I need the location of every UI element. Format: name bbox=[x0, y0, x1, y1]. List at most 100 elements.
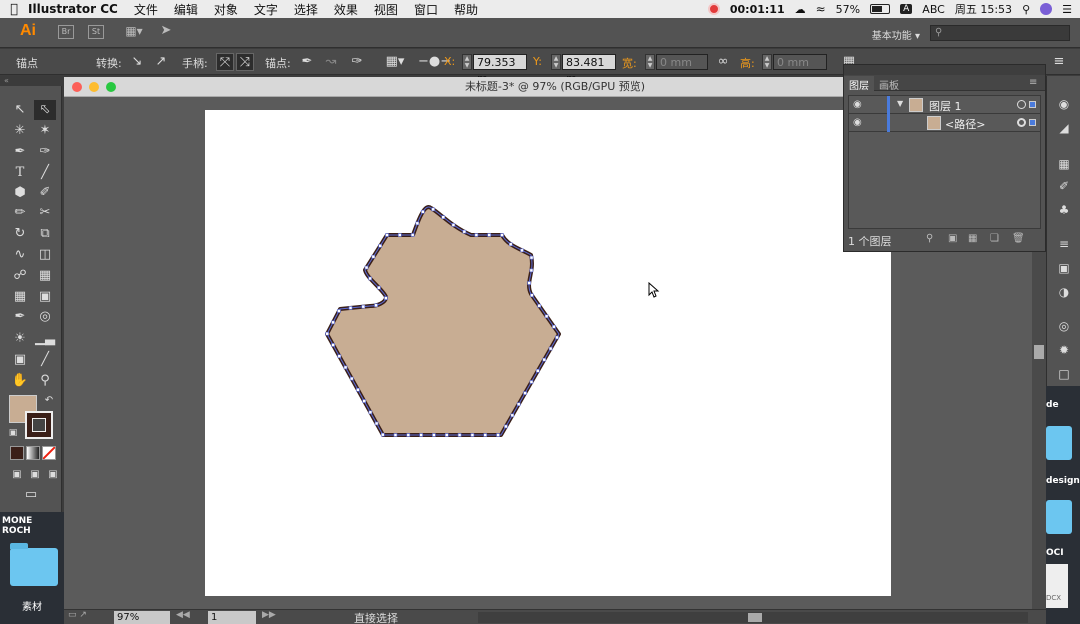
default-fill-stroke-icon[interactable]: ▣ bbox=[2, 423, 24, 443]
selection-indicator[interactable] bbox=[1029, 101, 1036, 108]
workspace-switcher[interactable]: 基本功能 ▾ bbox=[872, 27, 920, 42]
anchor-point[interactable] bbox=[364, 265, 369, 270]
direct-selection-tool-icon[interactable]: ⬁ bbox=[34, 100, 56, 120]
anchor-point[interactable] bbox=[368, 276, 372, 281]
anchor-point[interactable] bbox=[361, 304, 366, 309]
curvature-tool-icon[interactable]: ✑ bbox=[34, 142, 56, 162]
y-stepper[interactable]: ▲ ▼ bbox=[551, 54, 561, 70]
none-mode-icon[interactable] bbox=[42, 446, 56, 460]
anchor-point[interactable] bbox=[381, 432, 385, 437]
anchor-point[interactable] bbox=[529, 380, 534, 384]
convert-to-corner-icon[interactable]: ↘ bbox=[128, 53, 146, 71]
free-transform-tool-icon[interactable]: ◫ bbox=[34, 245, 56, 265]
anchor-point[interactable] bbox=[371, 254, 376, 259]
target-circle-icon[interactable] bbox=[1017, 118, 1026, 127]
target-circle-icon[interactable] bbox=[1017, 100, 1026, 109]
cloud-icon[interactable]: ☁ bbox=[795, 3, 806, 16]
current-tool-status[interactable]: 直接选择 bbox=[354, 610, 398, 624]
color-guide-icon[interactable]: ◢ bbox=[1056, 120, 1072, 136]
anchor-point[interactable] bbox=[444, 433, 449, 437]
expand-triangle-icon[interactable]: ▼ bbox=[897, 99, 903, 108]
menu-select[interactable]: 选择 bbox=[294, 1, 318, 18]
document-file-icon[interactable]: DCX bbox=[1046, 564, 1068, 608]
layers-panel-menu-icon[interactable]: ≡ bbox=[1024, 76, 1042, 89]
anchor-point[interactable] bbox=[523, 391, 527, 395]
visibility-eye-icon[interactable]: ◉ bbox=[853, 99, 862, 110]
slice-tool-icon[interactable]: ╱ bbox=[34, 350, 56, 370]
anchor-point[interactable] bbox=[406, 433, 411, 437]
anchor-point[interactable] bbox=[470, 433, 475, 437]
create-sublayer-icon[interactable]: ▦ bbox=[968, 233, 977, 244]
height-field[interactable]: 0 mm bbox=[773, 54, 827, 70]
color-panel-icon[interactable]: ◉ bbox=[1056, 96, 1072, 112]
anchor-point[interactable] bbox=[529, 268, 534, 273]
anchor-point[interactable] bbox=[343, 365, 348, 370]
layers-panel-header[interactable] bbox=[844, 65, 1045, 75]
polygon-tool-icon[interactable]: ⬢ bbox=[9, 183, 31, 203]
menu-object[interactable]: 对象 bbox=[214, 1, 238, 18]
anchor-point[interactable] bbox=[368, 410, 373, 415]
anchor-point[interactable] bbox=[384, 296, 388, 300]
menu-edit[interactable]: 编辑 bbox=[174, 1, 198, 18]
panel-menu-icon[interactable]: ≡ bbox=[1050, 53, 1068, 71]
anchor-point[interactable] bbox=[415, 221, 420, 226]
anchor-point[interactable] bbox=[325, 331, 329, 336]
draw-inside-icon[interactable]: ▣ bbox=[42, 465, 64, 485]
anchor-point[interactable] bbox=[483, 433, 488, 437]
appearance-panel-icon[interactable]: ◎ bbox=[1056, 318, 1072, 334]
artboard-nav-next[interactable]: ▶▶ bbox=[262, 610, 276, 620]
anchor-point[interactable] bbox=[337, 354, 342, 358]
folder-icon[interactable] bbox=[1046, 500, 1072, 534]
anchor-point[interactable] bbox=[349, 376, 354, 381]
anchor-point[interactable] bbox=[348, 306, 353, 310]
gradient-tool-icon[interactable]: ▣ bbox=[34, 287, 56, 307]
path-name[interactable]: <路径> bbox=[945, 116, 985, 132]
anchor-point[interactable] bbox=[374, 303, 378, 308]
tab-artboards[interactable]: 画板 bbox=[874, 76, 904, 93]
anchor-point[interactable] bbox=[548, 346, 553, 351]
remove-anchor-icon[interactable]: ✒ bbox=[298, 53, 316, 71]
width-stepper[interactable]: ▲ ▼ bbox=[645, 54, 655, 70]
anchor-point[interactable] bbox=[462, 229, 467, 234]
swap-fill-stroke-icon[interactable]: ↶ bbox=[38, 391, 60, 411]
locate-object-icon[interactable]: ⚲ bbox=[926, 233, 933, 244]
lasso-tool-icon[interactable]: ✶ bbox=[34, 121, 56, 141]
blend-tool-icon[interactable]: ◎ bbox=[34, 307, 56, 327]
gradient-mode-icon[interactable] bbox=[26, 446, 40, 460]
type-tool-icon[interactable]: T bbox=[9, 163, 31, 183]
perspective-grid-tool-icon[interactable]: ▦ bbox=[34, 266, 56, 286]
selection-tool-icon[interactable]: ↖ bbox=[9, 100, 31, 120]
magic-wand-tool-icon[interactable]: ✳ bbox=[9, 121, 31, 141]
mesh-tool-icon[interactable]: ▦ bbox=[9, 287, 31, 307]
color-mode-icon[interactable] bbox=[10, 446, 24, 460]
arrange-documents-icon[interactable]: ▦▾ bbox=[122, 25, 146, 39]
notification-center-icon[interactable]: ☰ bbox=[1062, 3, 1072, 16]
battery-icon[interactable] bbox=[870, 4, 891, 14]
anchor-point[interactable] bbox=[421, 209, 425, 214]
anchor-point[interactable] bbox=[508, 242, 513, 247]
create-new-layer-icon[interactable]: ❏ bbox=[990, 233, 999, 244]
status-icons[interactable]: ▭ ↗ bbox=[68, 610, 87, 620]
menu-help[interactable]: 帮助 bbox=[454, 1, 478, 18]
height-stepper[interactable]: ▲ ▼ bbox=[762, 54, 772, 70]
anchor-point[interactable] bbox=[337, 309, 341, 313]
anchor-point[interactable] bbox=[385, 233, 389, 237]
delete-layer-icon[interactable]: 🗑 bbox=[1012, 233, 1025, 244]
anchor-point[interactable] bbox=[356, 388, 360, 392]
anchor-point[interactable] bbox=[410, 233, 415, 237]
x-field[interactable]: 79.353 m bbox=[473, 54, 527, 85]
pencil-tool-icon[interactable]: ✏ bbox=[9, 203, 31, 223]
artboard[interactable] bbox=[205, 110, 891, 596]
anchor-point[interactable] bbox=[451, 223, 456, 227]
clock[interactable]: 周五 15:53 bbox=[955, 1, 1012, 17]
anchor-point[interactable] bbox=[487, 233, 491, 237]
input-source-label[interactable]: ABC bbox=[922, 3, 945, 16]
anchor-point[interactable] bbox=[331, 320, 335, 325]
folder-icon[interactable] bbox=[1046, 426, 1072, 460]
artboard-nav-prev[interactable]: ◀◀ bbox=[176, 610, 190, 620]
tools-panel-collapse[interactable]: « bbox=[0, 76, 64, 86]
width-tool-icon[interactable]: ∿ bbox=[9, 245, 31, 265]
hide-handles-icon[interactable]: ⤨ bbox=[236, 53, 254, 71]
line-tool-icon[interactable]: ╱ bbox=[34, 163, 56, 183]
anchor-point[interactable] bbox=[542, 357, 547, 362]
